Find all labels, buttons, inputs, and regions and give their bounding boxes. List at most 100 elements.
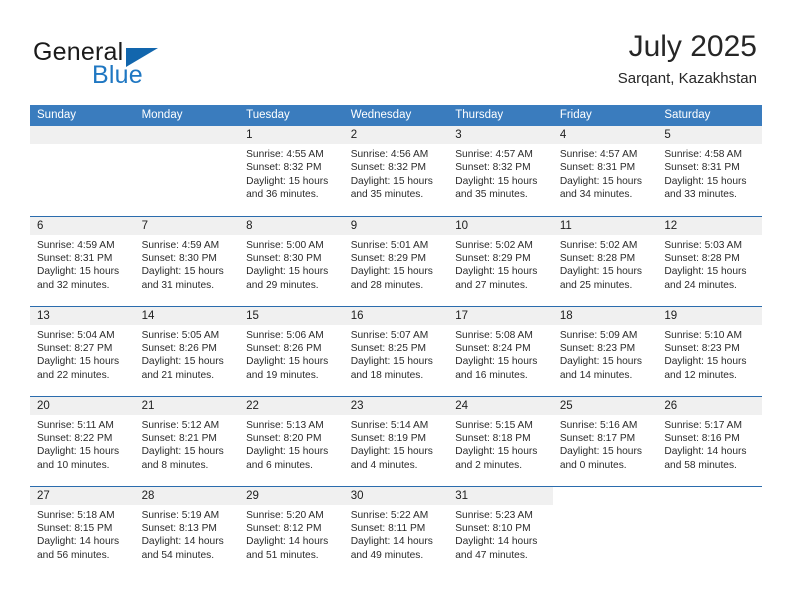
calendar-day-cell[interactable]: 14 Sunrise: 5:05 AM Sunset: 8:26 PM Dayligh… <box>134 305 240 396</box>
day-details: Sunrise: 4:57 AM Sunset: 8:32 PM Daylight:… <box>448 144 553 202</box>
sunset-text: Sunset: 8:28 PM <box>559 252 636 264</box>
daylight-text: Daylight: 14 hours and 49 minutes. <box>350 536 433 561</box>
day-details: Sunrise: 5:23 AM Sunset: 8:10 PM Daylight:… <box>448 505 553 563</box>
sunrise-text: Sunrise: 5:20 AM <box>246 509 324 521</box>
calendar-day-cell[interactable]: 27 Sunrise: 5:18 AM Sunset: 8:15 PM Dayligh… <box>30 485 135 576</box>
sunset-text: Sunset: 8:23 PM <box>559 342 636 354</box>
day-number: 23 <box>343 396 449 415</box>
sunset-text: Sunset: 8:24 PM <box>455 342 531 354</box>
day-number <box>30 126 135 144</box>
daylight-text: Daylight: 15 hours and 16 minutes. <box>455 356 538 381</box>
daylight-text: Daylight: 15 hours and 12 minutes. <box>664 356 747 381</box>
daylight-text: Daylight: 14 hours and 56 minutes. <box>37 536 120 561</box>
day-number: 20 <box>30 396 135 415</box>
calendar-day-cell[interactable]: 10 Sunrise: 5:02 AM Sunset: 8:29 PM Dayligh… <box>448 215 553 306</box>
calendar-day-cell[interactable]: 17 Sunrise: 5:08 AM Sunset: 8:24 PM Dayligh… <box>448 305 553 396</box>
weekday-header-monday: Monday <box>134 105 240 126</box>
calendar-day-cell[interactable]: 7 Sunrise: 4:59 AM Sunset: 8:30 PM Daylight… <box>134 215 240 306</box>
sunset-text: Sunset: 8:30 PM <box>246 252 322 264</box>
calendar-day-cell[interactable]: 25 Sunrise: 5:16 AM Sunset: 8:17 PM Dayligh… <box>552 395 658 486</box>
calendar-day-cell[interactable]: 3 Sunrise: 4:57 AM Sunset: 8:32 PM Daylight… <box>448 126 553 216</box>
sunset-text: Sunset: 8:31 PM <box>37 252 113 264</box>
daylight-text: Daylight: 15 hours and 29 minutes. <box>246 266 329 291</box>
sunset-text: Sunset: 8:12 PM <box>246 522 322 534</box>
calendar-day-cell[interactable]: 15 Sunrise: 5:06 AM Sunset: 8:26 PM Dayligh… <box>239 305 344 396</box>
sunrise-text: Sunrise: 5:02 AM <box>455 239 533 251</box>
day-number: 18 <box>552 306 658 325</box>
day-details: Sunrise: 5:22 AM Sunset: 8:11 PM Daylight:… <box>344 505 449 563</box>
calendar-day-cell[interactable]: 24 Sunrise: 5:15 AM Sunset: 8:18 PM Dayligh… <box>448 395 553 486</box>
daylight-text: Daylight: 15 hours and 22 minutes. <box>37 356 120 381</box>
sunset-text: Sunset: 8:21 PM <box>141 432 217 444</box>
calendar-day-cell[interactable]: 21 Sunrise: 5:12 AM Sunset: 8:21 PM Dayligh… <box>134 395 240 486</box>
calendar-day-cell[interactable]: 8 Sunrise: 5:00 AM Sunset: 8:30 PM Daylight… <box>239 215 344 306</box>
calendar-day-cell[interactable]: 22 Sunrise: 5:13 AM Sunset: 8:20 PM Dayligh… <box>239 395 344 486</box>
calendar-day-cell[interactable]: 1 Sunrise: 4:55 AM Sunset: 8:32 PM Daylight… <box>239 126 344 216</box>
calendar-day-cell[interactable]: 2 Sunrise: 4:56 AM Sunset: 8:32 PM Daylight… <box>343 126 449 216</box>
day-details: Sunrise: 4:55 AM Sunset: 8:32 PM Daylight:… <box>239 144 344 202</box>
daylight-text: Daylight: 15 hours and 21 minutes. <box>141 356 224 381</box>
calendar-day-cell[interactable]: 4 Sunrise: 4:57 AM Sunset: 8:31 PM Daylight… <box>552 126 658 216</box>
day-number: 15 <box>239 306 344 325</box>
daylight-text: Daylight: 15 hours and 0 minutes. <box>559 446 642 471</box>
day-number: 14 <box>134 306 240 325</box>
calendar-day-cell[interactable]: 19 Sunrise: 5:10 AM Sunset: 8:23 PM Dayligh… <box>657 305 762 396</box>
calendar-day-cell[interactable]: 6 Sunrise: 4:59 AM Sunset: 8:31 PM Daylight… <box>30 215 135 306</box>
day-details: Sunrise: 4:58 AM Sunset: 8:31 PM Daylight:… <box>657 144 762 202</box>
calendar-day-cell[interactable]: 31 Sunrise: 5:23 AM Sunset: 8:10 PM Dayligh… <box>448 485 553 576</box>
calendar-day-cell[interactable]: 23 Sunrise: 5:14 AM Sunset: 8:19 PM Dayligh… <box>343 395 449 486</box>
day-number: 10 <box>448 216 553 235</box>
day-details: Sunrise: 5:09 AM Sunset: 8:23 PM Daylight:… <box>553 325 658 383</box>
calendar-day-cell[interactable]: 18 Sunrise: 5:09 AM Sunset: 8:23 PM Dayligh… <box>552 305 658 396</box>
sunset-text: Sunset: 8:28 PM <box>664 252 740 264</box>
day-number: 6 <box>30 216 135 235</box>
sunrise-text: Sunrise: 4:58 AM <box>664 149 742 160</box>
day-details: Sunrise: 5:14 AM Sunset: 8:19 PM Daylight:… <box>344 415 449 473</box>
day-number: 31 <box>448 486 553 505</box>
sunrise-text: Sunrise: 5:13 AM <box>246 419 324 431</box>
title-block: July 2025 Sarqant, Kazakhstan <box>618 30 757 88</box>
sunrise-text: Sunrise: 4:57 AM <box>455 149 533 160</box>
sunrise-text: Sunrise: 4:56 AM <box>350 149 429 160</box>
day-number: 13 <box>30 306 135 325</box>
calendar-day-cell[interactable]: 28 Sunrise: 5:19 AM Sunset: 8:13 PM Dayligh… <box>134 485 240 576</box>
calendar-day-cell[interactable]: 16 Sunrise: 5:07 AM Sunset: 8:25 PM Dayligh… <box>343 305 449 396</box>
calendar-day-cell[interactable]: 5 Sunrise: 4:58 AM Sunset: 8:31 PM Daylight… <box>657 126 762 216</box>
sunrise-text: Sunrise: 5:02 AM <box>559 239 638 251</box>
day-number: 8 <box>239 216 344 235</box>
day-number: 9 <box>343 216 449 235</box>
day-number: 30 <box>343 486 449 505</box>
calendar-table: Sunday Monday Tuesday Wednesday Thursday Frid… <box>30 105 762 576</box>
day-details: Sunrise: 5:05 AM Sunset: 8:26 PM Daylight:… <box>135 325 240 383</box>
calendar-week-row: 27 Sunrise: 5:18 AM Sunset: 8:15 PM Dayligh… <box>30 485 762 576</box>
calendar-day-cell[interactable]: 20 Sunrise: 5:11 AM Sunset: 8:22 PM Dayligh… <box>30 395 135 486</box>
daylight-text: Daylight: 15 hours and 19 minutes. <box>246 356 329 381</box>
day-details: Sunrise: 5:12 AM Sunset: 8:21 PM Daylight:… <box>135 415 240 473</box>
calendar-day-cell[interactable]: 9 Sunrise: 5:01 AM Sunset: 8:29 PM Daylight… <box>343 215 449 306</box>
day-number: 2 <box>343 126 449 144</box>
day-number: 12 <box>657 216 762 235</box>
sunset-text: Sunset: 8:26 PM <box>246 342 322 354</box>
page-header: General Blue July 2025 Sarqant, Kazakhst… <box>0 0 792 100</box>
day-details: Sunrise: 4:57 AM Sunset: 8:31 PM Daylight:… <box>553 144 658 202</box>
day-details: Sunrise: 5:15 AM Sunset: 8:18 PM Daylight:… <box>448 415 553 473</box>
daylight-text: Daylight: 15 hours and 34 minutes. <box>559 175 642 201</box>
weekday-header-sunday: Sunday <box>30 105 135 126</box>
calendar-day-cell[interactable]: 29 Sunrise: 5:20 AM Sunset: 8:12 PM Dayligh… <box>239 485 344 576</box>
sunrise-text: Sunrise: 5:11 AM <box>37 419 114 431</box>
calendar-day-cell[interactable]: 13 Sunrise: 5:04 AM Sunset: 8:27 PM Dayligh… <box>30 305 135 396</box>
calendar-day-cell[interactable]: 12 Sunrise: 5:03 AM Sunset: 8:28 PM Dayligh… <box>657 215 762 306</box>
weekday-header-thursday: Thursday <box>448 105 553 126</box>
sunrise-text: Sunrise: 5:23 AM <box>455 509 533 521</box>
calendar-empty-cell <box>134 126 240 216</box>
day-details: Sunrise: 5:18 AM Sunset: 8:15 PM Daylight:… <box>30 505 135 563</box>
daylight-text: Daylight: 15 hours and 32 minutes. <box>37 266 120 291</box>
daylight-text: Daylight: 14 hours and 54 minutes. <box>141 536 224 561</box>
calendar-day-cell[interactable]: 30 Sunrise: 5:22 AM Sunset: 8:11 PM Dayligh… <box>343 485 449 576</box>
daylight-text: Daylight: 15 hours and 24 minutes. <box>664 266 747 291</box>
weekday-header-saturday: Saturday <box>657 105 762 126</box>
sunrise-text: Sunrise: 5:08 AM <box>455 329 533 341</box>
daylight-text: Daylight: 14 hours and 51 minutes. <box>246 536 329 561</box>
calendar-day-cell[interactable]: 26 Sunrise: 5:17 AM Sunset: 8:16 PM Dayligh… <box>657 395 762 486</box>
calendar-day-cell[interactable]: 11 Sunrise: 5:02 AM Sunset: 8:28 PM Dayligh… <box>552 215 658 306</box>
